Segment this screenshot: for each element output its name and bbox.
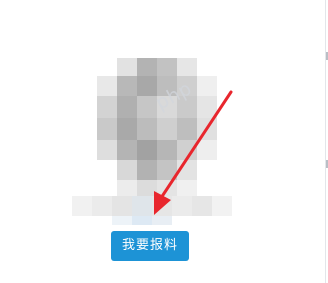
report-news-button[interactable]: 我要报料 [111, 231, 189, 261]
